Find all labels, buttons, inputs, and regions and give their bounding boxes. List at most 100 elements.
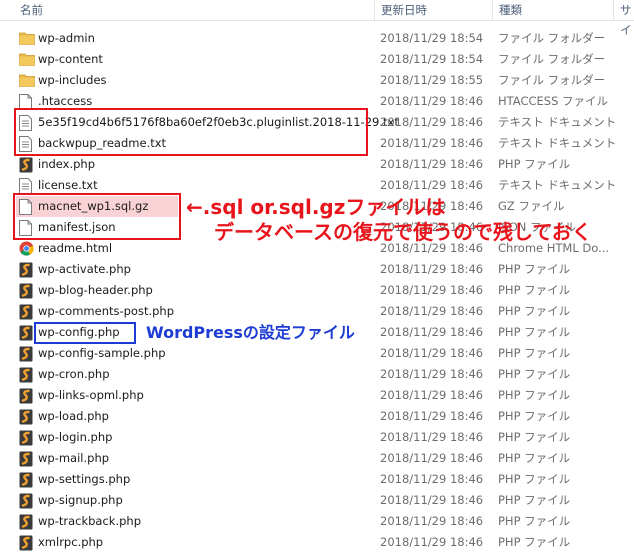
file-row[interactable]: wp-comments-post.php 2018/11/29 18:46 PHP … bbox=[0, 301, 634, 322]
file-type: ファイル フォルダー bbox=[498, 52, 606, 66]
file-row[interactable]: xmlrpc.php 2018/11/29 18:46 PHP ファイル bbox=[0, 532, 634, 553]
config-file-highlight-box bbox=[34, 322, 136, 344]
file-type: HTACCESS ファイル bbox=[498, 94, 609, 108]
file-type: PHP ファイル bbox=[498, 430, 571, 444]
file-name: wp-links-opml.php bbox=[38, 388, 144, 402]
folder-icon bbox=[19, 52, 35, 67]
file-date: 2018/11/29 18:46 bbox=[380, 178, 484, 192]
file-row[interactable]: wp-login.php 2018/11/29 18:46 PHP ファイル bbox=[0, 427, 634, 448]
file-name: index.php bbox=[38, 157, 96, 171]
php-file-icon bbox=[19, 262, 33, 278]
file-name: wp-trackback.php bbox=[38, 514, 141, 528]
file-type: PHP ファイル bbox=[498, 157, 571, 171]
config-annotation: WordPressの設定ファイル bbox=[146, 323, 355, 342]
file-date: 2018/11/29 18:46 bbox=[380, 115, 484, 129]
php-file-icon bbox=[19, 535, 33, 551]
php-file-icon bbox=[19, 346, 33, 362]
php-file-icon bbox=[19, 367, 33, 383]
file-type: テキスト ドキュメント bbox=[498, 178, 617, 192]
file-name: wp-login.php bbox=[38, 430, 113, 444]
file-name: wp-comments-post.php bbox=[38, 304, 175, 318]
file-date: 2018/11/29 18:54 bbox=[380, 52, 484, 66]
file-type: PHP ファイル bbox=[498, 304, 571, 318]
column-header-date[interactable]: 更新日時 bbox=[375, 0, 493, 20]
file-name: wp-cron.php bbox=[38, 367, 110, 381]
file-row[interactable]: wp-activate.php 2018/11/29 18:46 PHP ファイル bbox=[0, 259, 634, 280]
file-row[interactable]: wp-trackback.php 2018/11/29 18:46 PHP ファイル bbox=[0, 511, 634, 532]
file-date: 2018/11/29 18:46 bbox=[380, 514, 484, 528]
file-date: 2018/11/29 18:46 bbox=[380, 157, 484, 171]
file-date: 2018/11/29 18:46 bbox=[380, 283, 484, 297]
column-header-bar: 名前 更新日時 種類 サイ bbox=[0, 0, 634, 37]
php-file-icon bbox=[19, 157, 33, 173]
file-name: readme.html bbox=[38, 241, 113, 255]
file-row[interactable]: wp-blog-header.php 2018/11/29 18:46 PHP ファ… bbox=[0, 280, 634, 301]
file-type: PHP ファイル bbox=[498, 388, 571, 402]
file-row[interactable]: index.php 2018/11/29 18:46 PHP ファイル bbox=[0, 154, 634, 175]
folder-icon bbox=[19, 73, 35, 88]
file-date: 2018/11/29 18:46 bbox=[380, 346, 484, 360]
file-row[interactable]: wp-config-sample.php 2018/11/29 18:46 PHP … bbox=[0, 343, 634, 364]
file-row[interactable]: wp-admin 2018/11/29 18:54 ファイル フォルダー bbox=[0, 28, 634, 49]
sql-files-highlight-box bbox=[13, 193, 181, 240]
file-row[interactable]: wp-signup.php 2018/11/29 18:46 PHP ファイル bbox=[0, 490, 634, 511]
file-date: 2018/11/29 18:46 bbox=[380, 262, 484, 276]
text-file-icon bbox=[19, 178, 33, 194]
php-file-icon bbox=[19, 493, 33, 509]
folder-icon bbox=[19, 31, 35, 46]
file-date: 2018/11/29 18:46 bbox=[380, 304, 484, 318]
file-date: 2018/11/29 18:54 bbox=[380, 31, 484, 45]
file-row[interactable]: wp-load.php 2018/11/29 18:46 PHP ファイル bbox=[0, 406, 634, 427]
file-date: 2018/11/29 18:46 bbox=[380, 451, 484, 465]
file-type: PHP ファイル bbox=[498, 325, 571, 339]
php-file-icon bbox=[19, 514, 33, 530]
file-type: PHP ファイル bbox=[498, 472, 571, 486]
file-date: 2018/11/29 18:55 bbox=[380, 73, 484, 87]
php-file-icon bbox=[19, 430, 33, 446]
file-date: 2018/11/29 18:46 bbox=[380, 136, 484, 150]
file-row[interactable]: wp-mail.php 2018/11/29 18:46 PHP ファイル bbox=[0, 448, 634, 469]
column-header-type[interactable]: 種類 bbox=[493, 0, 614, 20]
file-name: wp-config-sample.php bbox=[38, 346, 166, 360]
file-date: 2018/11/29 18:46 bbox=[380, 535, 484, 549]
file-row[interactable]: wp-content 2018/11/29 18:54 ファイル フォルダー bbox=[0, 49, 634, 70]
file-date: 2018/11/29 18:46 bbox=[380, 94, 484, 108]
file-name: wp-settings.php bbox=[38, 472, 131, 486]
file-row[interactable]: wp-includes 2018/11/29 18:55 ファイル フォルダー bbox=[0, 70, 634, 91]
sql-annotation-line2: データベースの復元で使うので残しておく bbox=[214, 220, 592, 244]
file-type: PHP ファイル bbox=[498, 535, 571, 549]
file-type: テキスト ドキュメント bbox=[498, 115, 617, 129]
file-type: ファイル フォルダー bbox=[498, 31, 606, 45]
file-name: wp-activate.php bbox=[38, 262, 131, 276]
php-file-icon bbox=[19, 325, 33, 341]
column-header-size[interactable]: サイ bbox=[614, 0, 634, 37]
file-name: xmlrpc.php bbox=[38, 535, 104, 549]
file-date: 2018/11/29 18:46 bbox=[380, 493, 484, 507]
column-header-name[interactable]: 名前 bbox=[14, 0, 375, 20]
file-row[interactable]: wp-settings.php 2018/11/29 18:46 PHP ファイル bbox=[0, 469, 634, 490]
file-date: 2018/11/29 18:46 bbox=[380, 472, 484, 486]
file-name: wp-content bbox=[38, 52, 103, 66]
file-name: wp-includes bbox=[38, 73, 107, 87]
file-date: 2018/11/29 18:46 bbox=[380, 367, 484, 381]
txt-files-highlight-box bbox=[14, 108, 368, 156]
php-file-icon bbox=[19, 388, 33, 404]
file-type: ファイル フォルダー bbox=[498, 73, 606, 87]
php-file-icon bbox=[19, 283, 33, 299]
file-row[interactable]: wp-cron.php 2018/11/29 18:46 PHP ファイル bbox=[0, 364, 634, 385]
file-row[interactable]: wp-links-opml.php 2018/11/29 18:46 PHP ファイ… bbox=[0, 385, 634, 406]
sql-annotation-line1: ←.sql or.sql.gzファイルは bbox=[186, 195, 446, 219]
file-type: PHP ファイル bbox=[498, 514, 571, 528]
file-date: 2018/11/29 18:46 bbox=[380, 430, 484, 444]
chrome-icon bbox=[19, 241, 34, 256]
file-type: PHP ファイル bbox=[498, 346, 571, 360]
file-type: テキスト ドキュメント bbox=[498, 136, 617, 150]
file-name: wp-mail.php bbox=[38, 451, 110, 465]
file-type: PHP ファイル bbox=[498, 451, 571, 465]
file-type: GZ ファイル bbox=[498, 199, 565, 213]
php-file-icon bbox=[19, 304, 33, 320]
file-type: PHP ファイル bbox=[498, 283, 571, 297]
blank-file-icon bbox=[19, 94, 33, 110]
file-type: PHP ファイル bbox=[498, 367, 571, 381]
file-name: wp-blog-header.php bbox=[38, 283, 153, 297]
